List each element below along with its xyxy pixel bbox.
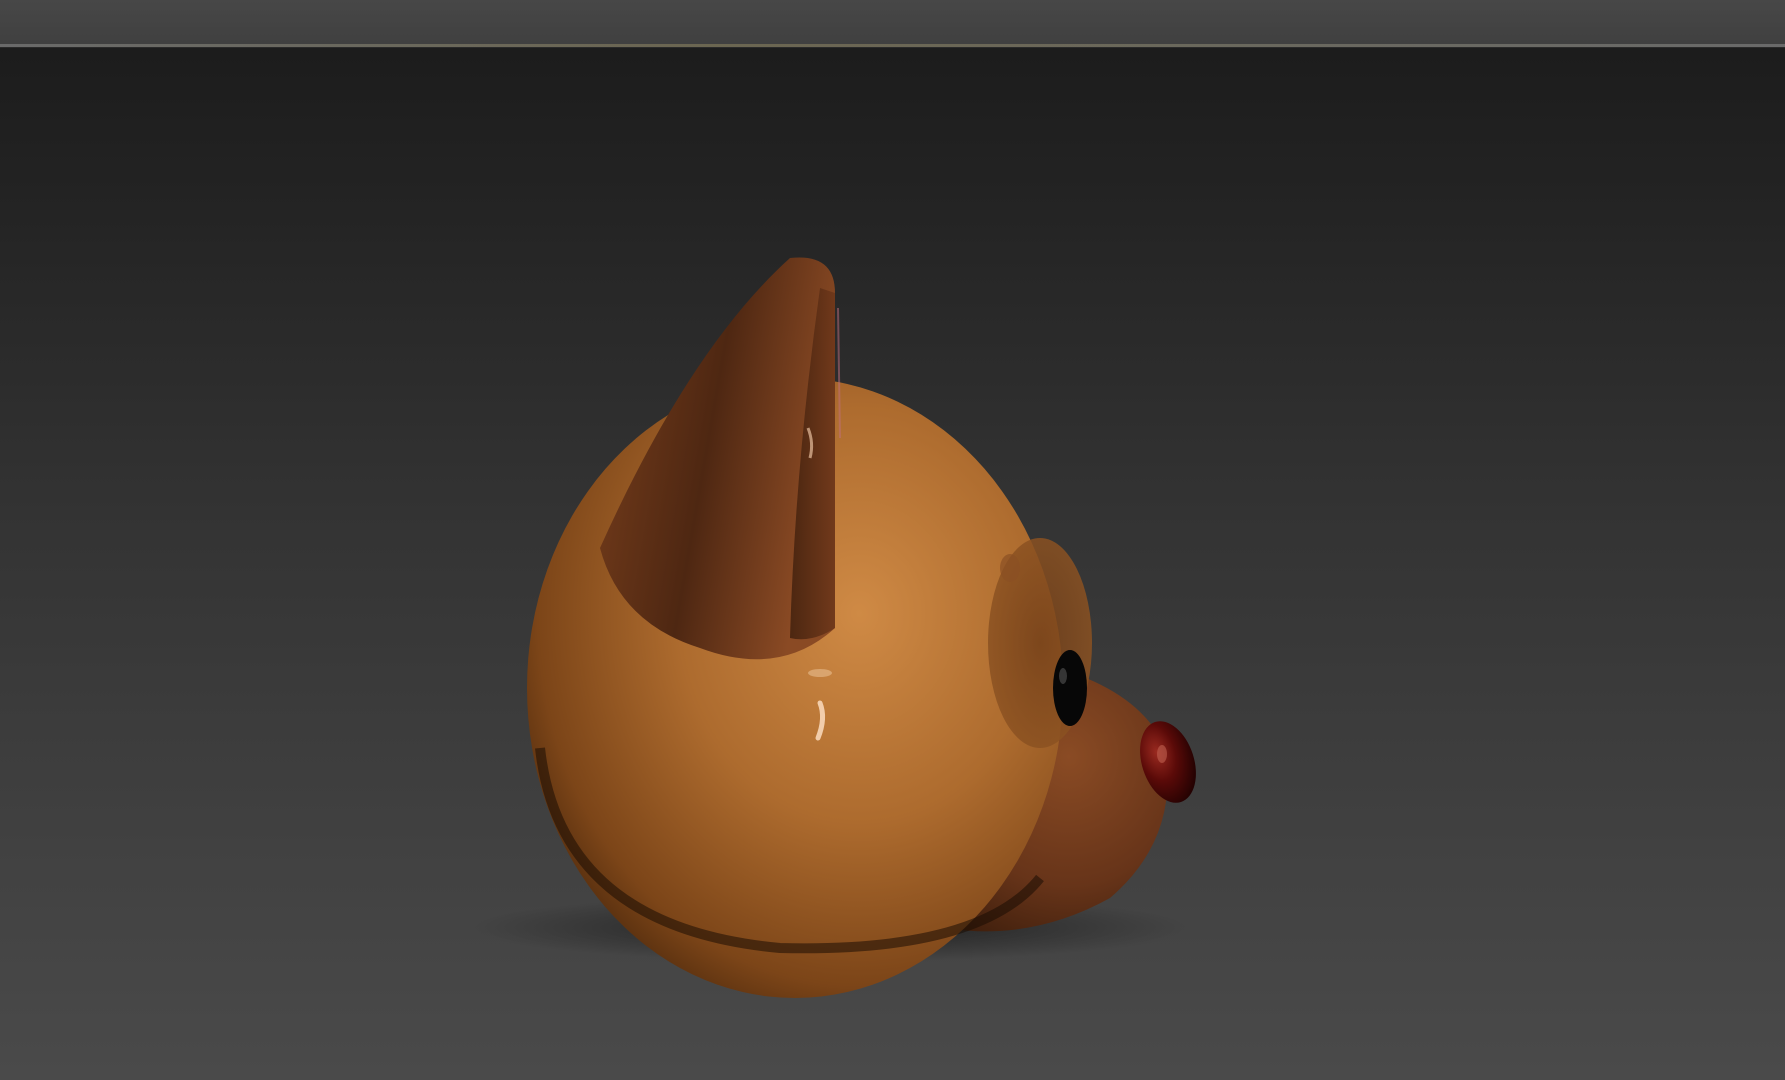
specular-highlight-2 xyxy=(808,669,832,677)
viewport-scene xyxy=(470,257,1196,998)
3d-viewport[interactable] xyxy=(0,48,1785,1080)
app-window xyxy=(0,0,1785,1080)
brow-mark xyxy=(1000,554,1020,582)
eye[interactable] xyxy=(1053,650,1087,726)
toolbar-strip xyxy=(0,0,1785,44)
